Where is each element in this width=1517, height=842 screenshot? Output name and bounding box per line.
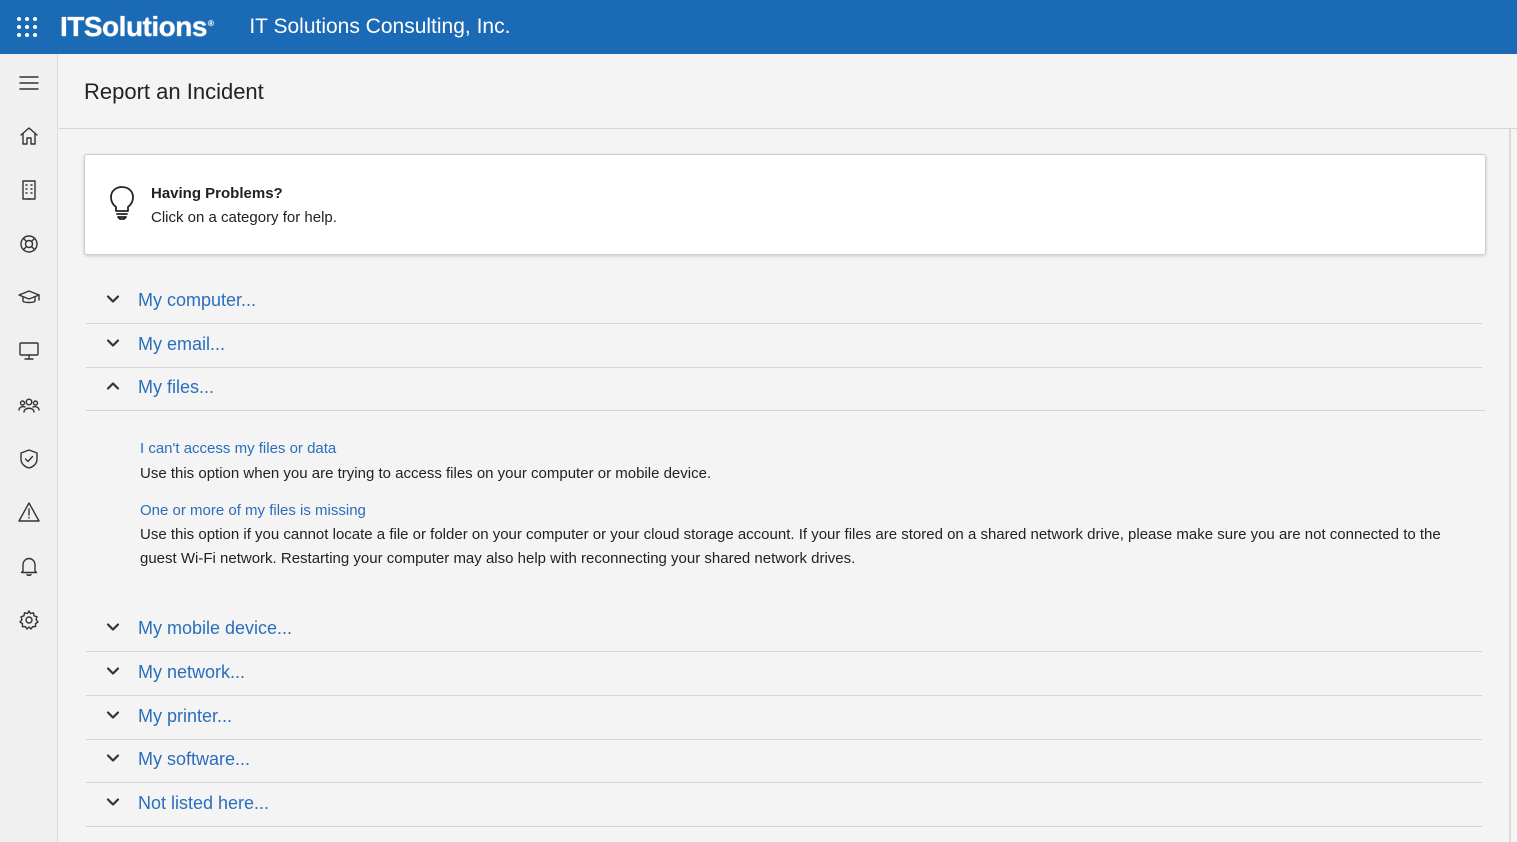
chevron-down-icon — [106, 664, 124, 682]
accordion-not-listed[interactable]: Not listed here... — [86, 783, 1482, 827]
organization-name: IT Solutions Consulting, Inc. — [249, 15, 511, 38]
chevron-up-icon — [106, 379, 124, 397]
description-files-missing: Use this option if you cannot locate a f… — [140, 526, 1441, 567]
accordion-my-printer[interactable]: My printer... — [86, 696, 1482, 740]
building-icon[interactable] — [0, 170, 58, 210]
warning-icon[interactable] — [0, 492, 58, 532]
bell-icon[interactable] — [0, 546, 58, 586]
lifebuoy-icon[interactable] — [0, 224, 58, 264]
page-title: Report an Incident — [84, 79, 264, 104]
accordion-label: My printer... — [138, 706, 233, 726]
card-text: Click on a category for help. — [151, 209, 337, 226]
link-cant-access-files[interactable]: I can't access my files or data — [140, 440, 336, 457]
accordion-label: My mobile device... — [138, 618, 293, 638]
top-bar: ITSolutions® IT Solutions Consulting, In… — [0, 0, 1517, 54]
graduation-cap-icon[interactable] — [0, 277, 58, 317]
accordion-label: My computer... — [138, 290, 257, 310]
link-files-missing[interactable]: One or more of my files is missing — [140, 502, 366, 519]
chevron-down-icon — [106, 620, 124, 638]
people-icon[interactable] — [0, 385, 58, 425]
shield-check-icon[interactable] — [0, 439, 58, 479]
accordion-my-mobile-device[interactable]: My mobile device... — [86, 608, 1482, 652]
accordion-label: My software... — [138, 749, 251, 769]
accordion-my-email[interactable]: My email... — [86, 324, 1482, 368]
accordion-my-software[interactable]: My software... — [86, 739, 1482, 783]
chevron-down-icon — [106, 336, 124, 354]
accordion-label: My network... — [138, 662, 246, 682]
accordion-label: My email... — [138, 334, 226, 354]
info-card: Having Problems? Click on a category for… — [84, 154, 1486, 255]
description-cant-access-files: Use this option when you are trying to a… — [140, 465, 712, 482]
brand-logo[interactable]: ITSolutions® — [60, 11, 214, 43]
chevron-down-icon — [106, 795, 124, 813]
accordion-my-computer[interactable]: My computer... — [86, 280, 1482, 324]
waffle-icon[interactable] — [0, 0, 54, 54]
left-nav-rail — [0, 54, 58, 842]
lightbulb-icon — [107, 185, 137, 221]
accordion-label: Not listed here... — [138, 793, 270, 813]
accordion-label: My files... — [138, 377, 215, 397]
page-header: Report an Incident — [59, 54, 1517, 129]
card-title: Having Problems? — [151, 185, 283, 202]
home-icon[interactable] — [0, 116, 58, 156]
chevron-down-icon — [106, 708, 124, 726]
chevron-down-icon — [106, 751, 124, 769]
monitor-icon[interactable] — [0, 331, 58, 371]
accordion-my-files[interactable]: My files... — [86, 367, 1485, 411]
gear-icon[interactable] — [0, 600, 58, 640]
hamburger-menu-icon[interactable] — [0, 63, 58, 103]
accordion-my-network[interactable]: My network... — [86, 652, 1482, 696]
scrollbar[interactable] — [1509, 129, 1511, 842]
chevron-down-icon — [106, 292, 124, 310]
